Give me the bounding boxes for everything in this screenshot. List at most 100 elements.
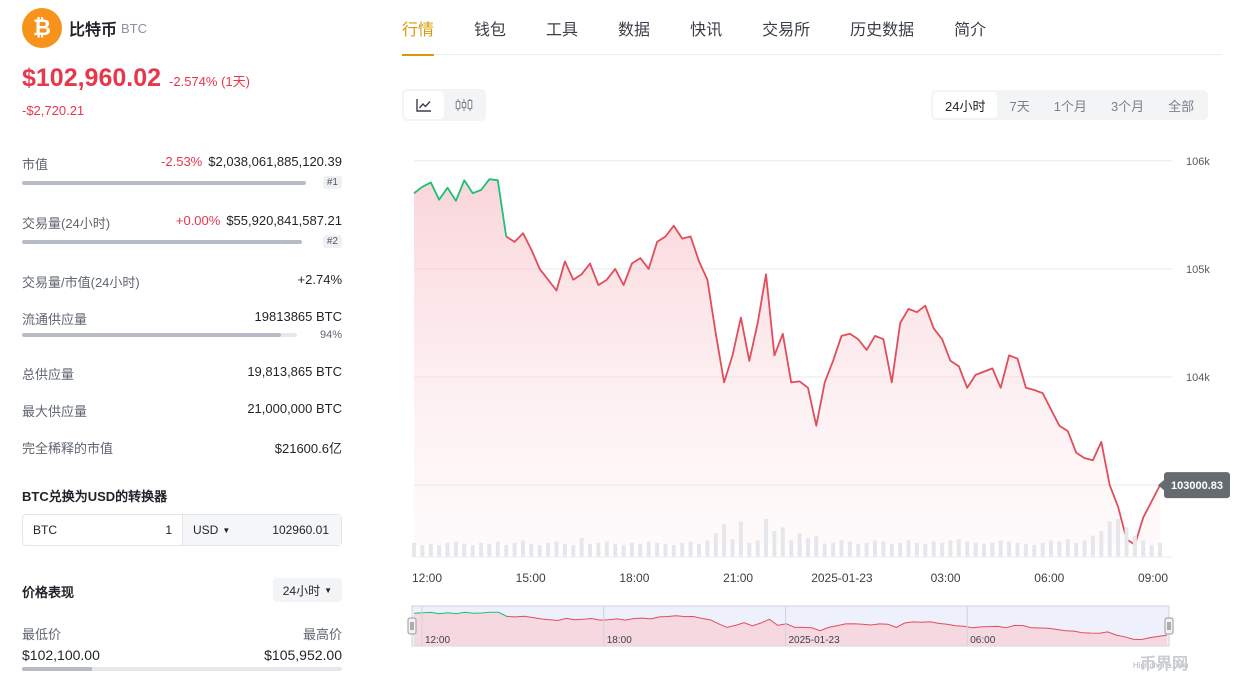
volume-bar xyxy=(1116,519,1121,557)
volume-bar xyxy=(982,543,986,557)
performance-period: 24小时 xyxy=(282,583,321,598)
volume-bar xyxy=(814,535,819,557)
volume-bar xyxy=(898,542,903,558)
volume-bar xyxy=(579,538,584,557)
tab-data[interactable]: 数据 xyxy=(618,0,650,55)
volume-bar xyxy=(420,545,425,557)
price-chart[interactable]: 104k 105k 106k 12:00 15:00 18:00 21:00 2025-01-… xyxy=(402,150,1232,650)
volume-bar xyxy=(772,530,777,557)
volume-bar xyxy=(990,542,995,558)
volume-bar xyxy=(1049,540,1053,557)
x-tick-label: 15:00 xyxy=(516,571,546,585)
y-tick-label: 105k xyxy=(1186,264,1210,276)
total-supply-value: 19,813,865 BTC xyxy=(247,364,342,379)
volume-bar xyxy=(1007,541,1012,557)
volume-bar xyxy=(705,540,710,557)
current-price: $102,960.02 xyxy=(22,64,162,92)
range-3m[interactable]: 3个月 xyxy=(1099,92,1156,118)
price-range-bar xyxy=(22,667,342,671)
volume-bar xyxy=(856,543,861,557)
volume-bar xyxy=(755,540,760,557)
volume-bar xyxy=(923,543,928,557)
navigator-handle[interactable] xyxy=(1164,617,1174,635)
site-watermark: 币界网 xyxy=(1140,656,1189,673)
market-cap-bar xyxy=(22,181,306,185)
y-tick-label: 106k xyxy=(1186,156,1210,168)
coin-name: 比特币 xyxy=(69,22,118,39)
market-cap-value-group: -2.53% $2,038,061,885,120.39 xyxy=(161,154,342,169)
volume-bar xyxy=(1107,521,1112,557)
volume-bar xyxy=(1065,539,1070,557)
volume-bar xyxy=(537,545,542,557)
time-range-selector: 24小时 7天 1个月 3个月 全部 xyxy=(931,90,1209,120)
high-price-value: $105,952.00 xyxy=(264,647,342,663)
performance-period-select[interactable]: 24小时 ▼ xyxy=(272,578,342,602)
converter-amount-input[interactable]: 1 xyxy=(165,523,172,537)
x-tick-label: 21:00 xyxy=(723,571,753,585)
volume-bar xyxy=(738,521,743,557)
chart-type-toggle xyxy=(402,89,486,121)
volume-bar xyxy=(521,540,525,557)
volume-bar xyxy=(780,527,785,557)
converter-to-currency-select[interactable]: USD ▼ xyxy=(193,523,230,537)
volume-bar xyxy=(646,541,651,557)
volume-bar xyxy=(822,543,827,557)
volume-bar xyxy=(554,541,559,557)
converter-to-currency: USD xyxy=(193,523,219,537)
low-price-block: 最低价 $102,100.00 xyxy=(22,624,100,663)
price-change-percent: -2.574% (1天) xyxy=(169,74,250,89)
volume-bar xyxy=(697,543,701,557)
volume-bar xyxy=(588,543,592,557)
candlestick-chart-button[interactable] xyxy=(444,91,484,119)
tab-market[interactable]: 行情 xyxy=(402,0,435,56)
volume-bar xyxy=(906,540,911,557)
converter-from-field[interactable]: BTC 1 xyxy=(23,515,183,545)
navigator-handle[interactable] xyxy=(407,617,417,635)
circulating-supply-bar xyxy=(22,333,297,337)
volume-bar xyxy=(596,542,601,558)
tab-intro[interactable]: 简介 xyxy=(954,0,986,55)
range-1m[interactable]: 1个月 xyxy=(1042,92,1099,118)
coin-symbol: BTC xyxy=(121,20,148,36)
range-all[interactable]: 全部 xyxy=(1156,92,1206,118)
last-price-label: 103000.83 xyxy=(1171,480,1223,492)
volume-value-group: +0.00% $55,920,841,587.21 xyxy=(176,213,342,228)
volume-bar xyxy=(437,545,442,557)
main-tabs: 行情 钱包 工具 数据 快讯 交易所 历史数据 简介 xyxy=(402,0,1222,56)
volume-bar xyxy=(881,541,886,557)
volume-bar xyxy=(504,545,509,557)
volume-rank-badge: #2 xyxy=(322,235,342,248)
tab-tools[interactable]: 工具 xyxy=(546,0,578,55)
y-tick-label: 104k xyxy=(1186,372,1210,384)
volume-bar xyxy=(479,542,484,558)
market-cap-bar-fill xyxy=(22,181,306,185)
volume-bar xyxy=(889,543,894,557)
range-7d[interactable]: 7天 xyxy=(997,92,1041,118)
volume-bar xyxy=(797,533,802,558)
volume-bar xyxy=(562,543,567,557)
line-chart-button[interactable] xyxy=(404,91,444,119)
volume-bar xyxy=(1015,542,1020,558)
volume-bar xyxy=(1099,530,1104,557)
volume-bar xyxy=(1158,542,1162,558)
price-range-bar-fill xyxy=(22,667,93,671)
circulating-supply-bar-fill xyxy=(22,333,281,337)
volume-bar xyxy=(948,540,953,557)
volume-bar xyxy=(621,545,626,557)
x-tick-label: 09:00 xyxy=(1138,571,1168,585)
tab-wallet[interactable]: 钱包 xyxy=(474,0,506,55)
volume-bar xyxy=(629,542,634,558)
volume-bar xyxy=(847,541,852,557)
range-24h[interactable]: 24小时 xyxy=(933,92,998,118)
volume-bar xyxy=(1032,545,1037,557)
tab-news[interactable]: 快讯 xyxy=(690,0,722,55)
tab-history[interactable]: 历史数据 xyxy=(850,0,914,55)
volume-bar xyxy=(965,541,970,557)
coin-info-panel: ₿ 比特币 BTC $102,960.02 -2.574% (1天) -$2,7… xyxy=(22,0,342,688)
volume-bar xyxy=(445,542,450,558)
navigator-label: 06:00 xyxy=(970,635,995,646)
tab-exchanges[interactable]: 交易所 xyxy=(762,0,810,55)
volume-label: 交易量(24小时) xyxy=(22,216,111,231)
converter-to-field: USD ▼ 102960.01 xyxy=(183,515,341,545)
volume-bar xyxy=(1090,535,1095,557)
